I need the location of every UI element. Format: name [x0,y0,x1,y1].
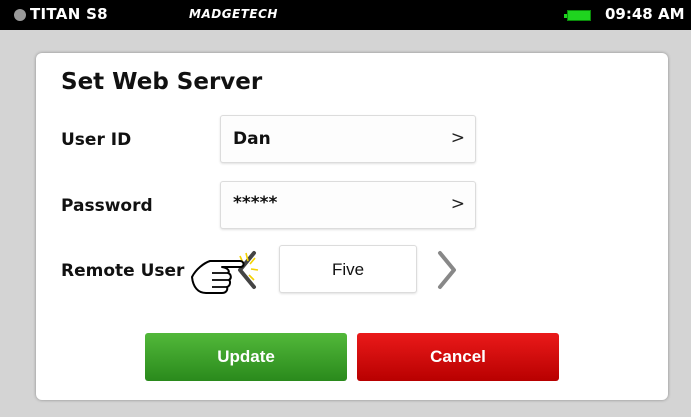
battery-icon [564,10,591,21]
set-web-server-dialog: Set Web Server User ID Dan > Password **… [36,53,668,400]
increment-button[interactable] [432,249,462,291]
password-field[interactable]: ***** > [220,181,476,229]
user-id-field[interactable]: Dan > [220,115,476,163]
remote-user-value: Five [331,260,365,279]
chevron-right-icon: > [450,194,465,214]
pointing-hand-icon [191,252,259,294]
clock: 09:48 AM [605,5,685,23]
status-dot-icon [14,9,26,21]
chevron-right-icon: > [450,128,465,148]
brand-logo: MADGETECH [189,7,278,21]
dialog-title: Set Web Server [61,69,263,95]
status-bar: TITAN S8 MADGETECH 09:48 AM [0,0,691,30]
cancel-button[interactable]: Cancel [357,333,559,381]
password-value: ***** [233,193,278,213]
user-id-label: User ID [61,130,132,150]
device-name: TITAN S8 [30,5,108,23]
remote-user-spinner[interactable]: Five [279,245,417,293]
password-label: Password [61,196,153,216]
chevron-right-icon [438,251,456,289]
update-button[interactable]: Update [145,333,347,381]
user-id-value: Dan [233,129,271,149]
remote-user-label: Remote User [61,261,185,281]
